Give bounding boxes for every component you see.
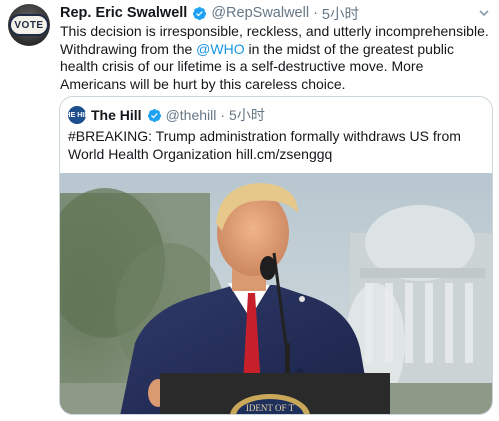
quoted-author-name[interactable]: The Hill <box>91 107 142 123</box>
mention-link[interactable]: @WHO <box>196 41 244 57</box>
verified-icon <box>192 6 207 21</box>
quoted-tweet-text: #BREAKING: Trump administration formally… <box>68 128 461 162</box>
tweet-header: Rep. Eric Swalwell @RepSwalwell · 5小时 <box>60 3 359 23</box>
quoted-author-avatar[interactable]: THE HILL <box>61 106 93 124</box>
quoted-tweet-header: THE HILL The Hill @thehill · 5小时 <box>61 105 265 125</box>
separator-dot: · <box>313 5 318 21</box>
author-handle[interactable]: @RepSwalwell <box>211 5 309 21</box>
chevron-down-icon[interactable] <box>477 6 491 20</box>
vote-badge: VOTE <box>9 14 49 36</box>
news-photo[interactable]: IDENT OF T <box>60 173 492 414</box>
quoted-tweet[interactable]: THE HILL The Hill @thehill · 5小时 #BREAKI… <box>59 96 493 415</box>
tweet-card[interactable]: VOTE Rep. Eric Swalwell @RepSwalwell · 5… <box>0 0 499 421</box>
tweet-timestamp[interactable]: 5小时 <box>322 3 359 24</box>
verified-icon <box>147 108 162 123</box>
author-avatar[interactable]: VOTE <box>8 4 50 46</box>
news-photo-illustration: IDENT OF T <box>60 173 492 414</box>
separator-dot: · <box>220 107 226 123</box>
seal-text: IDENT OF T <box>246 403 295 413</box>
quoted-tweet-timestamp[interactable]: 5小时 <box>229 105 265 125</box>
quoted-author-handle[interactable]: @thehill <box>166 107 217 123</box>
tweet-text: This decision is irresponsible, reckless… <box>60 23 492 93</box>
author-name[interactable]: Rep. Eric Swalwell <box>60 5 187 21</box>
